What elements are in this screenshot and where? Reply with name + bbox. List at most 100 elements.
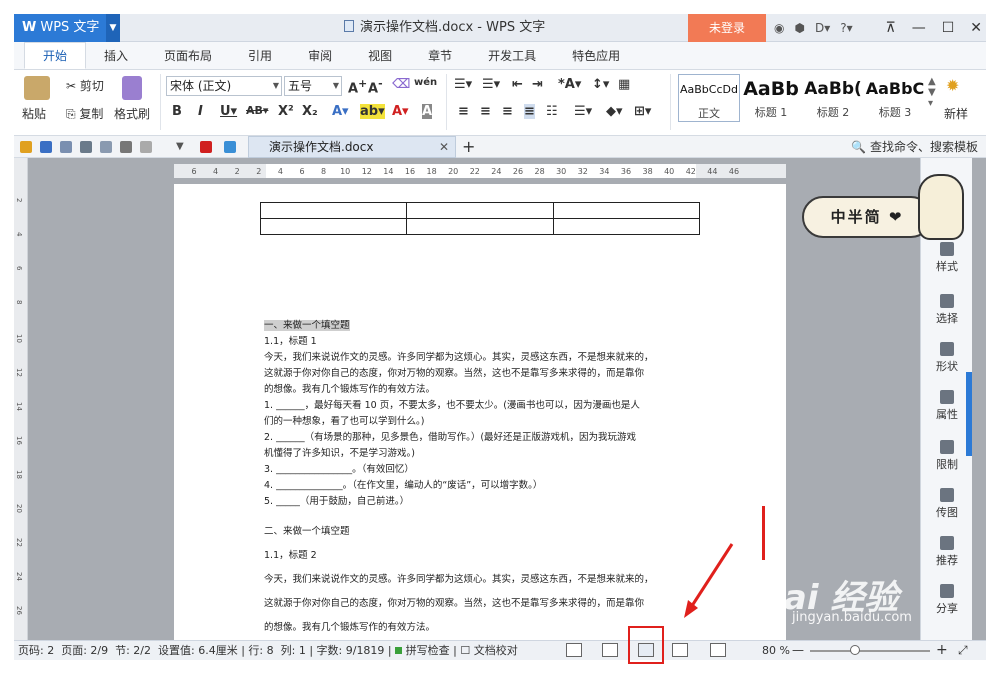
cube-icon[interactable] [224, 141, 236, 153]
sidebar-item-style[interactable]: 样式 [921, 242, 973, 274]
restore-ribbon-icon[interactable]: ⊼ [885, 20, 895, 36]
zoom-in-icon[interactable]: + [936, 641, 948, 660]
spell-check-toggle[interactable]: 拼写检查 [395, 644, 450, 657]
minimize-icon[interactable]: — [912, 20, 926, 36]
superscript-button[interactable]: X² [278, 104, 294, 119]
grow-font-button[interactable]: A+ [348, 77, 367, 96]
style-scroll-icon[interactable]: ▲ ▼ ▾ [928, 76, 936, 109]
style-heading-3[interactable]: AaBbC 标题 3 [864, 74, 926, 122]
document-table[interactable] [259, 202, 701, 235]
zoom-slider-handle[interactable] [850, 645, 860, 655]
document-body[interactable]: 一、来做一个填空题 1.1，标题 1 今天，我们来说说作文的灵感。许多同学都为这… [264, 318, 704, 636]
login-button[interactable]: 未登录 [688, 14, 766, 42]
bullets-icon[interactable]: ☰▾ [454, 77, 472, 92]
tab-chapter[interactable]: 章节 [410, 43, 470, 69]
sidebar-item-shape[interactable]: 形状 [921, 342, 973, 374]
document-tab[interactable]: 演示操作文档.docx ✕ [248, 136, 456, 158]
maximize-icon[interactable]: ☐ [942, 20, 955, 36]
divider [670, 74, 671, 130]
skin-icon[interactable]: ◉ [774, 21, 784, 35]
tab-review[interactable]: 审阅 [290, 43, 350, 69]
print-preview-icon[interactable] [100, 141, 112, 153]
wps-icon[interactable] [200, 141, 212, 153]
web-view-icon[interactable] [672, 643, 688, 657]
tab-home[interactable]: 开始 [24, 42, 87, 69]
text-effect-button[interactable]: A▾ [332, 104, 349, 119]
style-heading-2[interactable]: AaBb( 标题 2 [802, 74, 864, 122]
decrease-indent-icon[interactable]: ⇤ [512, 77, 523, 92]
tab-insert[interactable]: 插入 [86, 43, 146, 69]
format-painter-icon[interactable] [122, 76, 142, 100]
justify-icon[interactable]: ≡ [524, 104, 535, 119]
format-painter-button[interactable]: 格式刷 [114, 105, 150, 122]
doc-proof-toggle[interactable]: ☐ 文档校对 [460, 644, 517, 657]
tab-developer[interactable]: 开发工具 [470, 43, 554, 69]
sort-icon[interactable]: ↕▾ [592, 77, 609, 92]
zoom-out-icon[interactable]: — [792, 641, 804, 660]
share-icon[interactable]: D▾ [815, 21, 830, 35]
increase-indent-icon[interactable]: ⇥ [532, 77, 543, 92]
font-size-select[interactable]: 五号 ▼ [284, 76, 342, 96]
font-color-button[interactable]: A▾ [392, 104, 409, 119]
change-case-icon[interactable]: *A▾ [558, 77, 581, 92]
distribute-icon[interactable]: ☷ [546, 104, 558, 119]
close-icon[interactable]: ✕ [439, 137, 449, 157]
strikethrough-button[interactable]: AB▾ [246, 104, 268, 117]
sidebar-item-upload-image[interactable]: 传图 [921, 488, 973, 520]
new-tab-icon[interactable]: + [462, 136, 475, 158]
sidebar-item-share[interactable]: 分享 [921, 584, 973, 616]
chevron-down-icon[interactable]: ▼ [106, 14, 120, 42]
print-icon[interactable] [80, 141, 92, 153]
pinyin-icon[interactable]: wén [414, 77, 437, 88]
sidebar-item-recommend[interactable]: 推荐 [921, 536, 973, 568]
highlight-button[interactable]: ab▾ [360, 104, 385, 119]
subscript-button[interactable]: X₂ [302, 104, 318, 119]
style-heading-1[interactable]: AaBb 标题 1 [740, 74, 802, 122]
paste-button[interactable]: 粘贴 [22, 105, 46, 122]
redo-icon[interactable] [140, 141, 152, 153]
tab-page-layout[interactable]: 页面布局 [146, 43, 230, 69]
copy-button[interactable]: ⎘ 复制 [66, 105, 103, 122]
wps-app-menu-button[interactable]: W WPS 文字 ▼ [14, 14, 120, 42]
shading-icon[interactable]: ◆▾ [606, 104, 623, 119]
zoom-level[interactable]: 80 % [762, 641, 790, 660]
tab-references[interactable]: 引用 [230, 43, 290, 69]
open-icon[interactable] [20, 141, 32, 153]
zoom-slider[interactable] [810, 650, 930, 652]
undo-icon[interactable] [120, 141, 132, 153]
clear-format-icon[interactable]: ⌫ [392, 77, 410, 92]
sidebar-collapse-handle[interactable] [966, 372, 972, 456]
style-normal[interactable]: AaBbCcDd 正文 [678, 74, 740, 122]
tab-view[interactable]: 视图 [350, 43, 410, 69]
underline-button[interactable]: U▾ [220, 104, 237, 119]
command-search[interactable]: 🔍 查找命令、搜索模板 [851, 136, 978, 158]
numbering-icon[interactable]: ☰▾ [482, 77, 500, 92]
bold-button[interactable]: B [172, 104, 182, 119]
protect-view-icon[interactable] [710, 643, 726, 657]
save-icon[interactable] [40, 141, 52, 153]
help-icon[interactable]: ?▾ [840, 21, 852, 35]
new-style-button[interactable]: 新样 [944, 105, 968, 122]
borders-icon[interactable]: ⊞▾ [634, 104, 651, 119]
align-left-icon[interactable]: ≡ [458, 104, 469, 119]
shrink-font-button[interactable]: A- [368, 77, 383, 96]
settings-icon[interactable]: ⬢ [794, 21, 804, 35]
close-icon[interactable]: ✕ [970, 20, 982, 36]
chevron-down-icon[interactable]: ▼ [176, 141, 188, 153]
new-style-icon[interactable]: ✹ [946, 76, 959, 95]
font-name-select[interactable]: 宋体 (正文) ▼ [166, 76, 282, 96]
tab-special[interactable]: 特色应用 [554, 43, 638, 69]
sidebar-item-select[interactable]: 选择 [921, 294, 973, 326]
fit-window-icon[interactable]: ⤢ [958, 641, 968, 660]
align-center-icon[interactable]: ≡ [480, 104, 491, 119]
align-right-icon[interactable]: ≡ [502, 104, 513, 119]
char-shading-button[interactable]: A [422, 104, 433, 119]
cut-button[interactable]: ✂ 剪切 [66, 77, 104, 94]
table-icon[interactable]: ▦ [618, 77, 630, 92]
paste-icon[interactable] [24, 76, 50, 100]
fullscreen-view-icon[interactable] [566, 643, 582, 657]
page-view-icon[interactable] [602, 643, 618, 657]
italic-button[interactable]: I [198, 104, 203, 119]
line-spacing-icon[interactable]: ☰▾ [574, 104, 592, 119]
export-pdf-icon[interactable] [60, 141, 72, 153]
